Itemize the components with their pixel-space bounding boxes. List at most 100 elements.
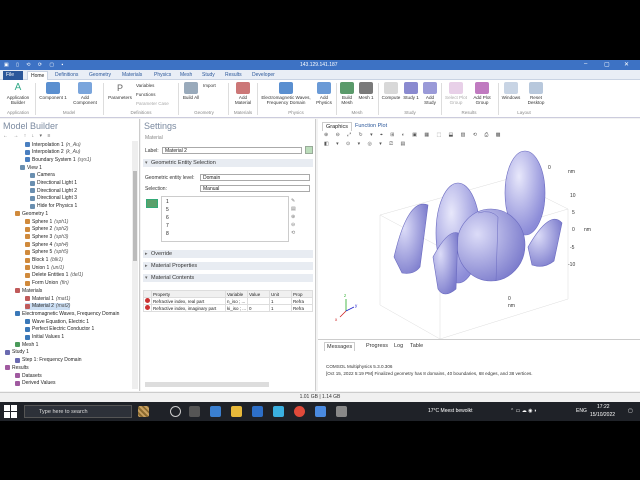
- comsol-icon[interactable]: [336, 406, 347, 417]
- tray-icons[interactable]: ⌃ ▭ ☁ ◉ ◗: [510, 408, 537, 414]
- section-material-contents[interactable]: Material Contents: [143, 274, 313, 282]
- tree-node[interactable]: Sphere 4 (sph4): [25, 241, 68, 248]
- table-row[interactable]: Refractive index, imaginary part ki_iso …: [143, 304, 313, 312]
- selection-item[interactable]: 5: [166, 207, 169, 213]
- tree-node[interactable]: Material 2 (mat2): [25, 302, 71, 310]
- add-material-button[interactable]: Add Material: [231, 82, 255, 105]
- tab-home[interactable]: Home: [27, 71, 49, 80]
- parameter-case-button[interactable]: Parameter Case: [136, 101, 169, 106]
- windows-start-icon[interactable]: [4, 405, 17, 418]
- selection-active-icon[interactable]: [146, 199, 158, 208]
- tab-results[interactable]: Results: [222, 71, 245, 80]
- selection-item[interactable]: 7: [166, 223, 169, 229]
- clock-date[interactable]: 15/10/2022: [590, 412, 615, 418]
- quick-access-toolbar[interactable]: ▣ ▯ ⟲ ⟳ ▢ ▪: [4, 62, 66, 68]
- tree-node[interactable]: Materials: [15, 287, 42, 294]
- functions-menu[interactable]: Functions: [136, 92, 156, 97]
- tree-node[interactable]: Interpolation 2 (k_Au): [25, 149, 80, 156]
- tab-mesh[interactable]: Mesh: [177, 71, 195, 80]
- build-mesh-button[interactable]: Build Mesh: [338, 82, 356, 105]
- table-row[interactable]: Refractive index, real part n_iso ; ... …: [143, 297, 313, 305]
- tab-definitions[interactable]: Definitions: [52, 71, 81, 80]
- tree-node[interactable]: View 1: [20, 164, 42, 171]
- tab-messages[interactable]: Messages: [324, 342, 356, 351]
- tab-graphics[interactable]: Graphics: [322, 122, 353, 131]
- tab-developer[interactable]: Developer: [249, 71, 278, 80]
- tree-node[interactable]: Perfect Electric Conductor 1: [25, 326, 94, 333]
- component-button[interactable]: Component 1: [38, 82, 68, 100]
- model-builder-toolbar[interactable]: ← → ↑ ↓ ▾ ≡: [3, 133, 52, 139]
- import-button[interactable]: Import: [203, 83, 216, 88]
- entity-level-select[interactable]: Domain: [200, 174, 310, 181]
- parameters-button[interactable]: P Parameters: [106, 82, 134, 100]
- taskbar-search-input[interactable]: Type here to search: [24, 405, 132, 418]
- model-tree-scrollbar[interactable]: [132, 141, 138, 389]
- tree-node[interactable]: Interpolation 1 (n_Au): [25, 141, 81, 148]
- minimize-icon[interactable]: –: [584, 61, 587, 67]
- add-study-button[interactable]: Add Study: [421, 82, 439, 105]
- tree-node[interactable]: Results: [5, 364, 29, 371]
- section-override[interactable]: Override: [143, 250, 313, 258]
- mesh-1-button[interactable]: Mesh 1: [357, 82, 375, 100]
- tab-progress[interactable]: Progress: [364, 342, 390, 350]
- tab-table[interactable]: Table: [408, 342, 425, 350]
- emw-physics-button[interactable]: Electromagnetic Waves, Frequency Domain: [258, 82, 314, 105]
- tab-file[interactable]: File: [3, 71, 23, 80]
- add-physics-button[interactable]: Add Physics: [314, 82, 334, 105]
- variables-menu[interactable]: Variables: [136, 83, 154, 88]
- tab-physics[interactable]: Physics: [151, 71, 174, 80]
- graphics-toolbar[interactable]: ⊕ ⊖ ⤢ ↻ ▾ ⌖ ⊞ ◐ ▣ ▦ ⬚ ⬓ ▨ ⟲ ⎙ ▩: [324, 132, 503, 138]
- add-component-button[interactable]: Add Component: [70, 82, 100, 105]
- label-field[interactable]: Material 2: [162, 147, 302, 154]
- tree-node[interactable]: Boundary System 1 (sys1): [25, 156, 91, 163]
- app-icon[interactable]: [273, 406, 284, 417]
- tree-node[interactable]: Directional Light 1: [30, 180, 77, 187]
- tree-node[interactable]: Form Union (fin): [25, 280, 69, 287]
- section-geometric-entity-selection[interactable]: Geometric Entity Selection: [143, 159, 313, 167]
- compute-button[interactable]: Compute: [380, 82, 402, 100]
- tree-node[interactable]: Material 1 (mat1): [25, 295, 70, 302]
- tab-study[interactable]: Study: [199, 71, 218, 80]
- tree-node[interactable]: Camera: [30, 172, 55, 179]
- file-explorer-icon[interactable]: [231, 406, 242, 417]
- tree-node[interactable]: Mesh 1: [15, 341, 38, 348]
- tree-node[interactable]: Datasets: [15, 372, 42, 379]
- tree-node[interactable]: Hide for Physics 1: [30, 203, 77, 210]
- build-all-button[interactable]: Build All: [181, 82, 201, 100]
- section-material-properties[interactable]: Material Properties: [143, 262, 313, 270]
- tab-function-plot[interactable]: Function Plot: [352, 122, 390, 130]
- tree-node[interactable]: Sphere 1 (sph1): [25, 218, 68, 225]
- selection-item[interactable]: 1: [166, 199, 169, 205]
- selection-item[interactable]: 8: [166, 231, 169, 237]
- widgets-icon[interactable]: [189, 406, 200, 417]
- notifications-icon[interactable]: ▢: [628, 408, 633, 414]
- store-icon[interactable]: [252, 406, 263, 417]
- geometry-view[interactable]: nm nm nm 10 5 0 -5 -10 0 0 z y x: [318, 149, 640, 339]
- settings-hscrollbar[interactable]: [145, 382, 269, 387]
- tree-node[interactable]: Directional Light 2: [30, 187, 77, 194]
- selection-select[interactable]: Manual: [200, 185, 310, 192]
- add-plot-group-button[interactable]: Add Plot Group: [470, 82, 494, 105]
- pinned-app-icon[interactable]: [138, 406, 149, 417]
- tree-node[interactable]: Directional Light 3: [30, 195, 77, 202]
- language-indicator[interactable]: ENG: [576, 408, 587, 414]
- close-icon[interactable]: ✕: [624, 61, 629, 68]
- weather-widget[interactable]: 17°C Meest bewolkt: [428, 408, 473, 414]
- remote-desktop-icon[interactable]: [315, 406, 326, 417]
- windows-button[interactable]: Windows: [500, 82, 522, 100]
- selection-item[interactable]: 6: [166, 215, 169, 221]
- tree-node[interactable]: Sphere 3 (sph3): [25, 233, 68, 240]
- tree-node[interactable]: Derived Values: [15, 380, 56, 387]
- select-plot-group-button[interactable]: Select Plot Group: [443, 82, 469, 105]
- edge-icon[interactable]: [210, 406, 221, 417]
- task-view-icon[interactable]: [170, 406, 181, 417]
- tree-node[interactable]: Sphere 5 (sph5): [25, 249, 68, 256]
- reset-desktop-button[interactable]: Reset Desktop: [524, 82, 548, 105]
- tab-geometry[interactable]: Geometry: [86, 71, 114, 80]
- graphics-toolbar-2[interactable]: ◧ ▾ ⊙ ▾ ◎ ▾ ⎚ ▤: [324, 141, 408, 147]
- tab-materials[interactable]: Materials: [119, 71, 145, 80]
- tree-node[interactable]: Study 1: [5, 349, 29, 356]
- tree-node[interactable]: Electromagnetic Waves, Frequency Domain: [15, 310, 119, 317]
- reset-label-icon[interactable]: [305, 146, 313, 154]
- tree-node[interactable]: Initial Values 1: [25, 334, 64, 341]
